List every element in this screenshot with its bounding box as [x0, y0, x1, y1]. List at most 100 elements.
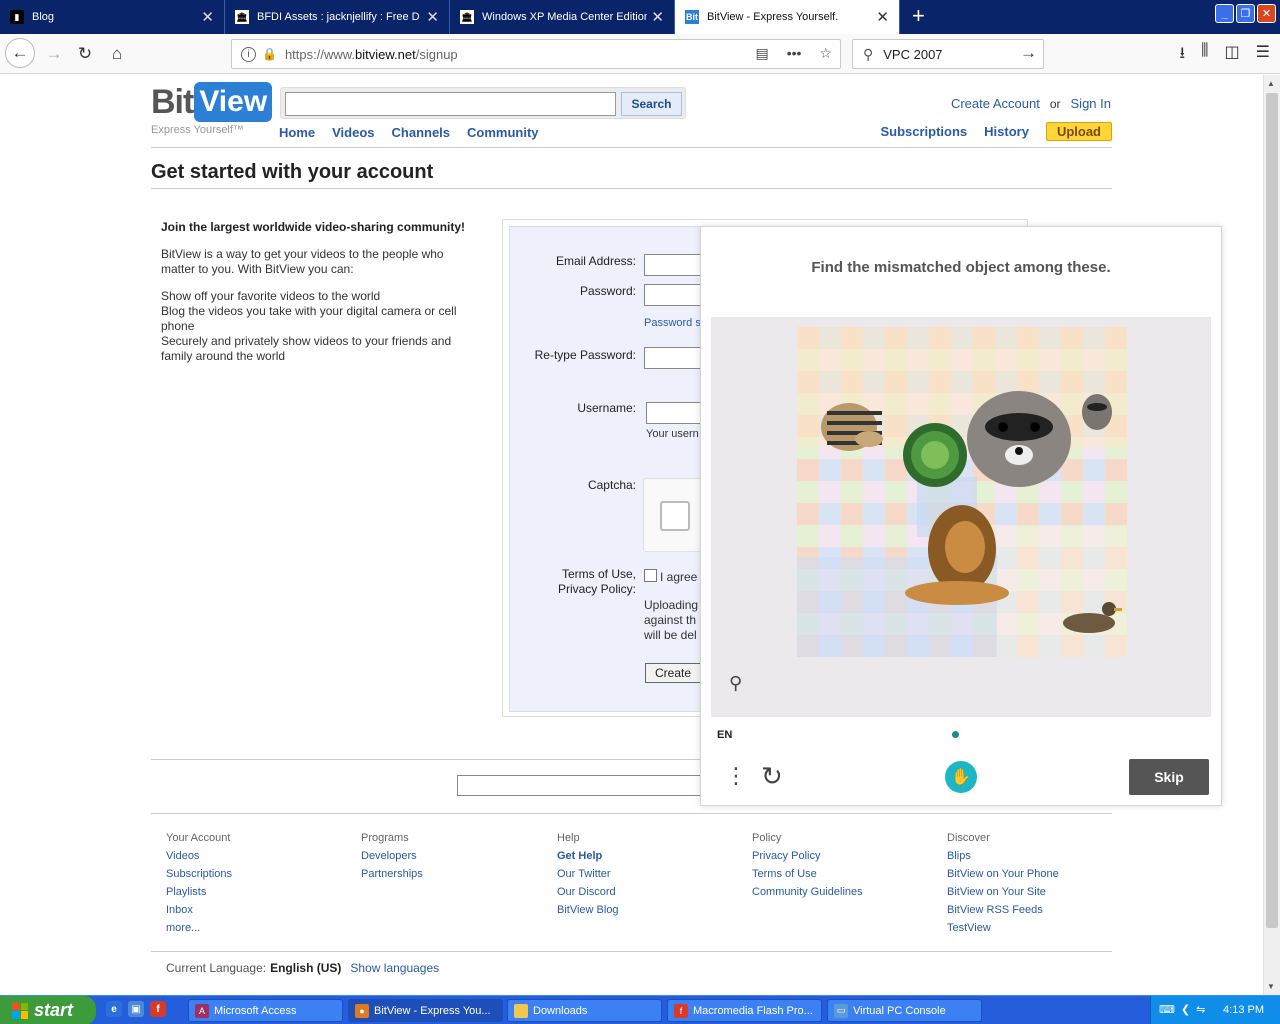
bookmark-star-icon[interactable]: ☆ — [819, 45, 832, 62]
hcaptcha-logo-icon[interactable]: ✋ — [945, 761, 977, 793]
footer-link[interactable]: Community Guidelines — [752, 883, 863, 901]
captcha-image-stage: ⚲ — [711, 317, 1211, 717]
info-icon[interactable]: i — [241, 46, 256, 62]
footer-link[interactable]: Playlists — [166, 883, 232, 901]
scroll-down-arrow-icon[interactable]: ▼ — [1267, 982, 1275, 991]
footer-link[interactable]: BitView on Your Phone — [947, 865, 1059, 883]
show-languages-link[interactable]: Show languages — [350, 961, 439, 975]
taskbar-button-flash[interactable]: f Macromedia Flash Pro... — [667, 999, 822, 1022]
footer-link[interactable]: BitView on Your Site — [947, 883, 1059, 901]
tab-blog[interactable]: ▮ Blog ✕ — [0, 0, 225, 34]
window-close-icon[interactable]: ✕ — [1257, 4, 1276, 23]
nav-videos[interactable]: Videos — [332, 125, 374, 140]
email-field[interactable] — [644, 254, 704, 276]
tab-xp-media-center[interactable]: 🏛 Windows XP Media Center Edition ✕ — [450, 0, 675, 34]
flash-quicklaunch-icon[interactable]: f — [150, 1001, 166, 1017]
footer-link[interactable]: Our Twitter — [557, 865, 619, 883]
url-bar[interactable]: i 🔒 https://www.bitview.net/signup ▤ •••… — [231, 39, 841, 69]
terms-label: Terms of Use, — [561, 567, 636, 581]
taskbar-button-downloads[interactable]: Downloads — [507, 999, 662, 1022]
forward-arrow-icon[interactable]: → — [40, 40, 68, 68]
scrollbar-thumb[interactable] — [1266, 93, 1278, 928]
page-actions-icon[interactable]: ••• — [787, 45, 802, 62]
footer-link[interactable]: Videos — [166, 847, 232, 865]
upload-button[interactable]: Upload — [1045, 122, 1112, 141]
page-title: Get started with your account — [151, 161, 434, 183]
sidebar-icon[interactable]: ◫ — [1225, 42, 1240, 69]
footer-link[interactable]: Inbox — [166, 901, 232, 919]
footer-link[interactable]: Blips — [947, 847, 1059, 865]
taskbar-button-bitview[interactable]: ● BitView - Express You... — [348, 999, 503, 1022]
reload-icon[interactable]: ↻ — [71, 40, 99, 68]
browser-search-value[interactable]: VPC 2007 — [883, 47, 942, 62]
url-text[interactable]: https://www.bitview.net/signup — [285, 47, 458, 62]
footer-link[interactable]: Subscriptions — [166, 865, 232, 883]
site-search-button[interactable]: Search — [621, 92, 682, 116]
taskbar-button-access[interactable]: A Microsoft Access — [188, 999, 343, 1022]
footer-search-input[interactable] — [457, 775, 707, 796]
nav-home[interactable]: Home — [279, 125, 315, 140]
captcha-object-cabbage — [903, 423, 967, 487]
footer-link[interactable]: Get Help — [557, 847, 619, 865]
network-icon[interactable]: ⇋ — [1196, 1003, 1205, 1016]
back-arrow-icon[interactable]: ← — [5, 38, 35, 68]
captcha-challenge-image[interactable] — [797, 327, 1127, 657]
history-link[interactable]: History — [984, 124, 1029, 139]
footer-link[interactable]: TestView — [947, 919, 1059, 937]
bitview-logo[interactable]: Bit View Express Yourself™ — [151, 82, 273, 136]
library-icon[interactable]: ⫼ — [1201, 42, 1208, 69]
footer-link[interactable]: BitView RSS Feeds — [947, 901, 1059, 919]
nav-channels[interactable]: Channels — [392, 125, 451, 140]
keyboard-icon[interactable]: ⌨ — [1159, 1003, 1175, 1016]
home-icon[interactable]: ⌂ — [103, 40, 131, 68]
create-account-button[interactable]: Create — [645, 663, 705, 683]
start-button[interactable]: start — [0, 996, 96, 1024]
minimize-icon[interactable]: _ — [1215, 4, 1234, 23]
tray-expand-icon[interactable]: ❮ — [1181, 1003, 1190, 1016]
close-tab-icon[interactable]: ✕ — [201, 8, 214, 26]
captcha-language[interactable]: EN — [717, 729, 732, 741]
tab-bitview[interactable]: Bit BitView - Express Yourself. ✕ — [675, 0, 900, 34]
taskbar-button-virtualpc[interactable]: ▭ Virtual PC Console — [827, 999, 982, 1022]
restore-icon[interactable]: ❐ — [1236, 4, 1255, 23]
close-tab-icon[interactable]: ✕ — [651, 8, 664, 26]
create-account-link[interactable]: Create Account — [951, 96, 1040, 111]
subscriptions-link[interactable]: Subscriptions — [880, 124, 967, 139]
internet-explorer-icon[interactable]: e — [106, 1001, 122, 1017]
footer-link[interactable]: Partnerships — [361, 865, 423, 883]
username-hint: Your usern — [646, 428, 699, 440]
close-tab-icon[interactable]: ✕ — [426, 8, 439, 26]
download-icon[interactable]: ⭳ — [1180, 42, 1186, 69]
scroll-up-arrow-icon[interactable]: ▲ — [1267, 79, 1275, 88]
username-field[interactable] — [646, 402, 704, 424]
hamburger-menu-icon[interactable]: ☰ — [1256, 42, 1270, 69]
new-tab-icon[interactable]: + — [912, 0, 925, 34]
tab-bfdi-assets[interactable]: 🏛 BFDI Assets : jacknjellify : Free D ✕ — [225, 0, 450, 34]
nav-community[interactable]: Community — [467, 125, 539, 140]
search-go-arrow-icon[interactable]: → — [1020, 43, 1037, 63]
site-search-input[interactable] — [285, 92, 616, 116]
zoom-magnifier-icon[interactable]: ⚲ — [729, 673, 742, 694]
footer-link[interactable]: Our Discord — [557, 883, 619, 901]
retype-password-field[interactable] — [644, 347, 704, 369]
language-divider — [151, 951, 1112, 952]
password-field[interactable] — [644, 284, 704, 306]
refresh-challenge-icon[interactable]: ↻ — [761, 761, 783, 792]
footer-link[interactable]: Developers — [361, 847, 423, 865]
footer-link[interactable]: BitView Blog — [557, 901, 619, 919]
footer-link[interactable]: more... — [166, 919, 232, 937]
footer-link[interactable]: Privacy Policy — [752, 847, 863, 865]
show-desktop-icon[interactable]: ▣ — [128, 1001, 144, 1017]
reader-view-icon[interactable]: ▤ — [755, 45, 768, 62]
more-options-icon[interactable]: ⋮ — [725, 765, 747, 787]
skip-button[interactable]: Skip — [1129, 759, 1209, 795]
captcha-checkbox[interactable] — [660, 501, 690, 531]
footer-link[interactable]: Terms of Use — [752, 865, 863, 883]
agree-checkbox[interactable] — [644, 569, 657, 582]
browser-search-box[interactable]: ⚲ VPC 2007 → — [852, 39, 1044, 69]
page-scrollbar[interactable]: ▲ ▼ — [1263, 75, 1280, 995]
clock[interactable]: 4:13 PM — [1223, 1004, 1264, 1016]
close-tab-icon[interactable]: ✕ — [876, 8, 889, 26]
flash-icon: f — [674, 1003, 688, 1018]
sign-in-link[interactable]: Sign In — [1071, 96, 1111, 111]
